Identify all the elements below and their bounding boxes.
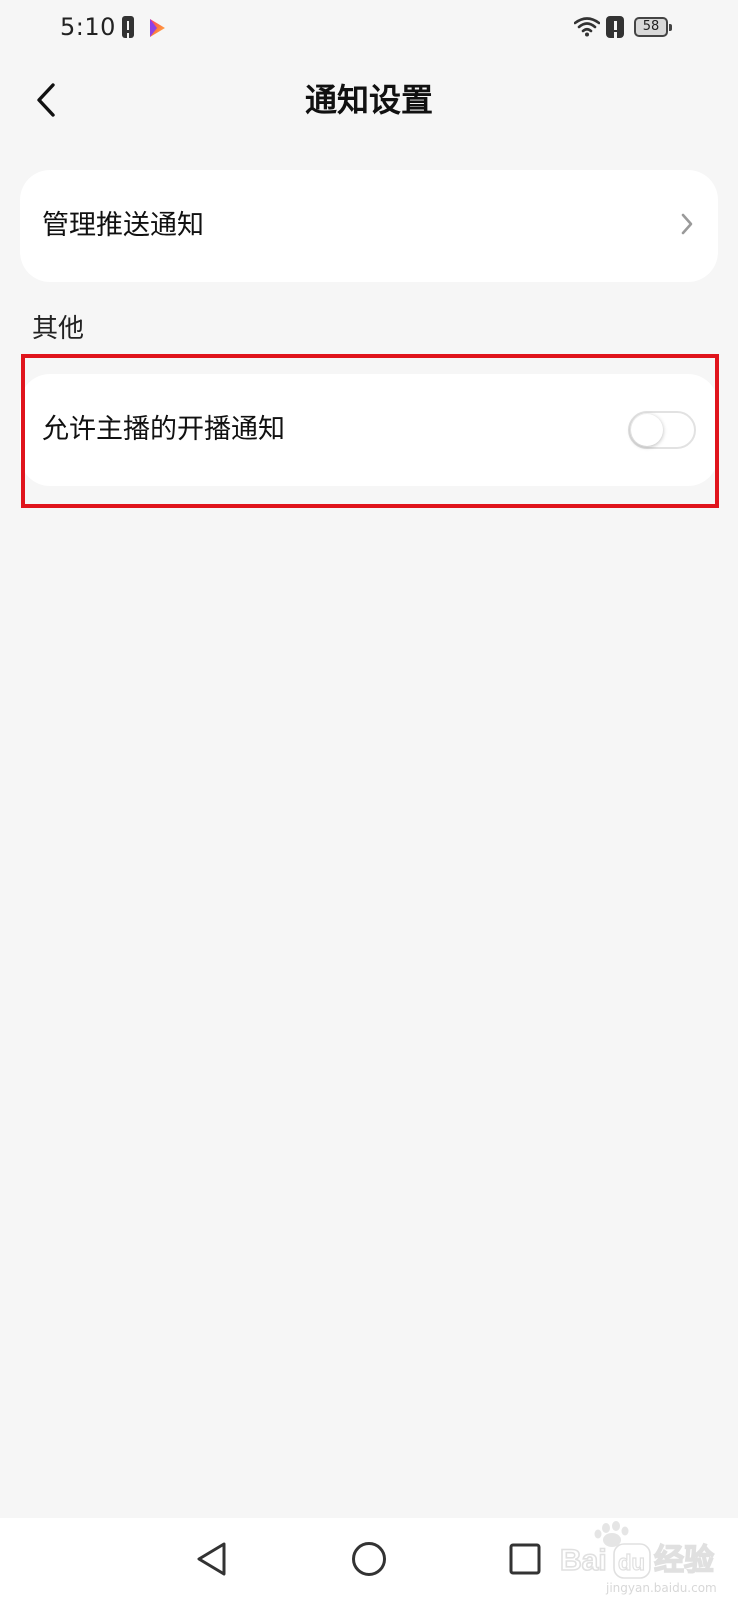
live-notification-label: 允许主播的开播通知 (42, 414, 285, 445)
manage-push-notifications-label: 管理推送通知 (42, 210, 204, 241)
alert-icon (606, 16, 624, 38)
status-bar: 5:10 58 (0, 0, 738, 56)
back-button[interactable] (24, 76, 68, 124)
battery-icon: 58 (634, 17, 672, 37)
nav-home-button[interactable] (344, 1534, 394, 1584)
battery-level: 58 (642, 19, 660, 34)
screen: 5:10 58 通知设置 管理推送通知 其他 允许主播的开播通知 Bai du … (0, 0, 738, 1600)
live-notification-toggle[interactable] (628, 411, 696, 449)
alert-icon (122, 16, 134, 38)
home-circle-icon (352, 1542, 386, 1576)
toggle-knob (631, 414, 663, 446)
nav-recents-button[interactable] (500, 1534, 550, 1584)
header: 通知设置 (0, 60, 738, 140)
page-title: 通知设置 (304, 81, 433, 119)
wifi-icon (573, 17, 601, 41)
status-time: 5:10 (60, 13, 116, 41)
navigation-bar (0, 1518, 738, 1600)
live-notification-row: 允许主播的开播通知 (20, 374, 718, 486)
nav-back-button[interactable] (186, 1534, 236, 1584)
manage-push-notifications-row[interactable]: 管理推送通知 (20, 170, 718, 282)
chevron-left-icon (37, 83, 55, 117)
chevron-right-icon (681, 213, 693, 235)
section-title-other: 其他 (32, 314, 85, 344)
recents-square-icon (509, 1543, 541, 1575)
back-triangle-icon (197, 1542, 226, 1576)
video-app-icon (148, 18, 166, 42)
